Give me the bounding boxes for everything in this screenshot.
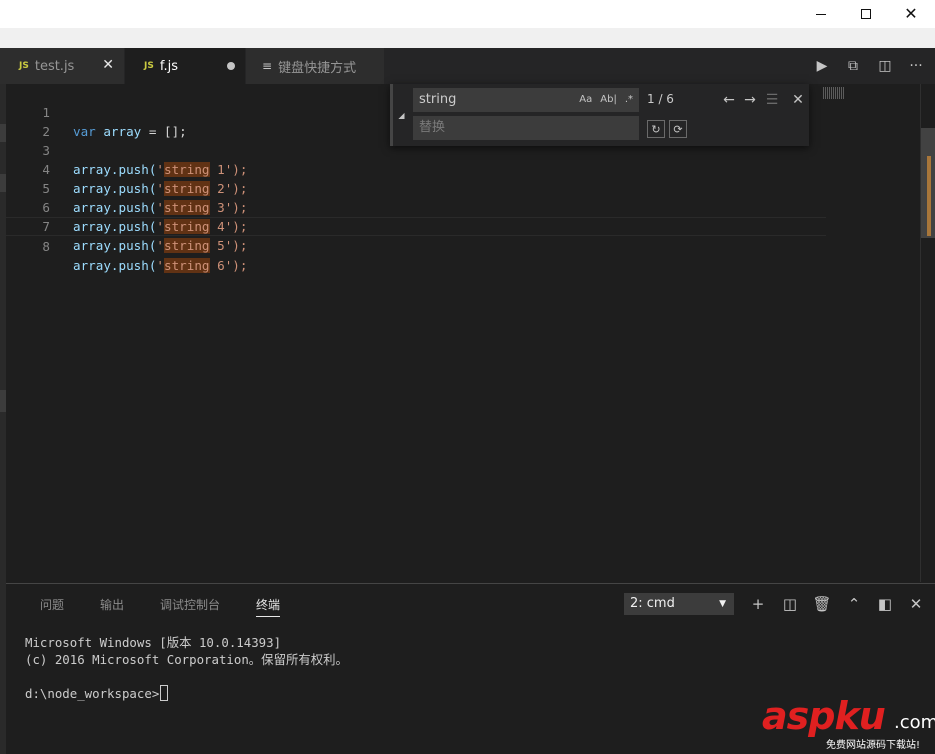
terminal-cursor bbox=[160, 685, 169, 701]
replace-input[interactable]: 替换 bbox=[413, 116, 639, 140]
quote-token: ' bbox=[156, 258, 164, 273]
terminal-select[interactable]: 2: cmd ▼ bbox=[624, 593, 734, 615]
toggle-panel-position-icon[interactable]: ◧ bbox=[875, 594, 895, 614]
code-text: array.push('string 5'); bbox=[73, 236, 247, 255]
tab-f-js[interactable]: JS f.js bbox=[125, 48, 245, 84]
more-actions-icon[interactable]: ··· bbox=[906, 56, 926, 76]
match-ruler bbox=[927, 156, 931, 236]
match-case-icon[interactable]: Aa bbox=[579, 94, 592, 105]
toggle-replace-icon[interactable]: ◢ bbox=[393, 84, 410, 146]
tab-terminal[interactable]: 终端 bbox=[256, 596, 281, 617]
replace-icon[interactable]: ↻ bbox=[647, 120, 665, 138]
terminal-prompt[interactable]: d:\node_workspace> bbox=[25, 685, 169, 702]
maximize-button[interactable] bbox=[843, 0, 889, 28]
run-icon[interactable]: ▶ bbox=[812, 56, 832, 76]
watermark-logo: aspku bbox=[762, 694, 886, 738]
tab-label: f.js bbox=[159, 58, 178, 74]
maximize-icon bbox=[861, 9, 871, 19]
close-panel-icon[interactable]: ✕ bbox=[906, 594, 926, 614]
previous-match-icon[interactable]: ← bbox=[719, 90, 739, 110]
tab-problems[interactable]: 问题 bbox=[40, 596, 64, 613]
new-terminal-icon[interactable]: + bbox=[748, 594, 768, 614]
minimize-icon bbox=[816, 13, 826, 15]
find-query: string bbox=[419, 92, 457, 107]
terminal-line: Microsoft Windows [版本 10.0.14393] bbox=[25, 635, 282, 650]
code-text: array.push('string 6'); bbox=[73, 256, 247, 275]
find-options: Aa Ab| .* bbox=[571, 88, 633, 112]
watermark-suffix: .com bbox=[894, 712, 935, 733]
tab-debug-console[interactable]: 调试控制台 bbox=[160, 596, 220, 613]
prompt-text: d:\node_workspace> bbox=[25, 686, 160, 701]
split-editor-icon[interactable]: ◫ bbox=[875, 56, 895, 76]
maximize-panel-icon[interactable]: ⌃ bbox=[844, 594, 864, 614]
menu-strip bbox=[0, 28, 935, 48]
kill-terminal-icon[interactable]: 🗑 bbox=[812, 594, 832, 614]
search-match: string bbox=[164, 258, 210, 273]
editor-scrollbar[interactable] bbox=[920, 84, 935, 582]
tab-close-icon[interactable]: ✕ bbox=[102, 58, 114, 72]
split-terminal-icon[interactable]: ◫ bbox=[780, 594, 800, 614]
minimize-button[interactable] bbox=[798, 0, 844, 28]
code-line: 5 array.push('string 3'); bbox=[6, 160, 826, 215]
regex-icon[interactable]: .* bbox=[625, 94, 633, 105]
keyboard-icon: ≡ bbox=[262, 59, 273, 73]
tail-token: '); bbox=[224, 238, 248, 253]
code-line-current: 8 array.push('string 6'); bbox=[6, 217, 826, 273]
code-editor[interactable]: 1 var array = []; 2 3 array.push('string… bbox=[6, 84, 920, 582]
tab-label: 键盘快捷方式 bbox=[278, 60, 357, 76]
find-input[interactable]: string Aa Ab| .* bbox=[413, 88, 639, 112]
terminal-line: (c) 2016 Microsoft Corporation。保留所有权利。 bbox=[25, 652, 348, 667]
call-token: array.push( bbox=[73, 258, 157, 273]
window-titlebar: ✕ bbox=[0, 0, 935, 48]
search-match: string bbox=[164, 238, 210, 253]
close-icon: ✕ bbox=[904, 4, 918, 23]
tab-output[interactable]: 输出 bbox=[100, 596, 124, 613]
find-widget: ◢ string Aa Ab| .* 替换 1 / 6 ← → ☰ ✕ ↻ ⟳ bbox=[390, 84, 809, 146]
quote-token: ' bbox=[156, 238, 164, 253]
tab-label: test.js bbox=[34, 58, 75, 74]
js-file-icon: JS bbox=[19, 61, 29, 71]
unsaved-dot-icon[interactable] bbox=[227, 62, 235, 70]
replace-placeholder: 替换 bbox=[419, 120, 446, 135]
string-number: 5 bbox=[217, 238, 225, 253]
find-in-selection-icon[interactable]: ☰ bbox=[762, 90, 782, 110]
code-line: 6 array.push('string 4'); bbox=[6, 179, 826, 234]
minimap[interactable] bbox=[823, 87, 845, 99]
call-token: array.push( bbox=[73, 238, 157, 253]
editor-tab-bar: JS test.js ✕ JS f.js ≡ 键盘快捷方式 bbox=[0, 48, 935, 84]
watermark-tagline: 免费网站源码下载站! bbox=[826, 740, 921, 751]
next-match-icon[interactable]: → bbox=[740, 90, 760, 110]
tab-keyboard-shortcuts[interactable]: ≡ 键盘快捷方式 bbox=[246, 48, 384, 84]
logo-text-ku: ku bbox=[834, 694, 885, 738]
replace-all-icon[interactable]: ⟳ bbox=[669, 120, 687, 138]
match-count: 1 / 6 bbox=[647, 92, 674, 106]
tab-test-js[interactable]: JS test.js ✕ bbox=[0, 48, 124, 84]
window-close-button[interactable]: ✕ bbox=[888, 0, 934, 28]
tail-token: '); bbox=[224, 258, 248, 273]
open-changes-icon[interactable]: ⧉ bbox=[843, 56, 863, 76]
js-file-icon: JS bbox=[144, 61, 154, 71]
chevron-down-icon: ▼ bbox=[719, 599, 726, 609]
code-line: 7 array.push('string 5'); bbox=[6, 198, 826, 253]
string-number: 6 bbox=[217, 258, 225, 273]
whole-word-icon[interactable]: Ab| bbox=[600, 94, 617, 105]
watermark: aspku .com 免费网站源码下载站! bbox=[762, 694, 935, 752]
terminal-select-value: 2: cmd bbox=[630, 596, 675, 611]
close-find-icon[interactable]: ✕ bbox=[788, 90, 808, 110]
line-number: 8 bbox=[42, 239, 50, 254]
logo-text: asp bbox=[762, 694, 835, 738]
